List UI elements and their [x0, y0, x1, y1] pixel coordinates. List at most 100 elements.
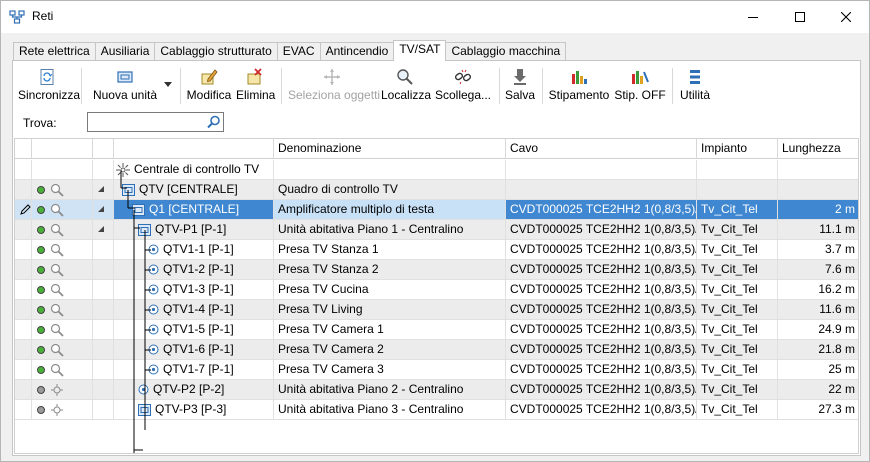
tab-evac[interactable]: EVAC	[276, 42, 321, 61]
delete-button[interactable]: Elimina	[236, 66, 275, 106]
search-icon[interactable]	[207, 115, 221, 129]
impianto-cell[interactable]: Tv_Cit_Tel	[697, 300, 778, 319]
impianto-cell[interactable]	[697, 180, 778, 199]
locate-row-icon[interactable]	[50, 363, 64, 377]
cavo-cell[interactable]: CVDT000025 TCE2HH2 1(0,8/3,5)/R - I	[506, 380, 697, 399]
impianto-cell[interactable]: Tv_Cit_Tel	[697, 340, 778, 359]
tab-tv-sat[interactable]: TV/SAT	[393, 40, 447, 61]
impianto-cell[interactable]: Tv_Cit_Tel	[697, 320, 778, 339]
sync-button[interactable]: Sincronizza	[18, 66, 80, 106]
table-row[interactable]: QTV1-6 [P-1] Presa TV Camera 2 CVDT000025 …	[15, 340, 858, 360]
select-objects-button[interactable]: Seleziona oggetti	[288, 66, 380, 106]
cavo-cell[interactable]: CVDT000025 TCE2HH2 1(0,8/3,5)/R - I	[506, 280, 697, 299]
tree-node[interactable]: QTV1-4 [P-1]	[148, 300, 234, 319]
tree-node[interactable]: QTV1-3 [P-1]	[148, 280, 234, 299]
header-cavo[interactable]: Cavo	[506, 139, 697, 159]
table-row[interactable]: Q1 [CENTRALE] Amplificatore multiplo di t…	[15, 200, 858, 220]
expand-cell[interactable]	[93, 200, 114, 219]
locate-row-icon[interactable]	[50, 203, 64, 217]
header-impianto[interactable]: Impianto	[697, 139, 778, 159]
close-button[interactable]	[823, 1, 869, 32]
locate-row-icon[interactable]	[50, 263, 64, 277]
denominazione-cell[interactable]: Presa TV Stanza 2	[274, 260, 506, 279]
tree-node[interactable]: QTV1-6 [P-1]	[148, 340, 234, 359]
new-unit-dropdown[interactable]	[162, 66, 174, 106]
denominazione-cell[interactable]: Presa TV Camera 1	[274, 320, 506, 339]
table-row[interactable]: QTV1-3 [P-1] Presa TV Cucina CVDT000025 TC…	[15, 280, 858, 300]
tab-ausiliaria[interactable]: Ausiliaria	[94, 42, 156, 61]
table-row[interactable]: QTV [CENTRALE] Quadro di controllo TV	[15, 180, 858, 200]
cavo-cell[interactable]: CVDT000025 TCE2HH2 1(0,8/3,5)/R - I	[506, 340, 697, 359]
tab-cablaggio-macchina[interactable]: Cablaggio macchina	[445, 42, 567, 61]
edit-button[interactable]: Modifica	[186, 66, 232, 106]
cavo-cell[interactable]: CVDT000025 TCE2HH2 1(0,8/3,5)/R - I	[506, 220, 697, 239]
lunghezza-cell[interactable]: 2 m	[778, 200, 858, 219]
denominazione-cell[interactable]: Presa TV Camera 2	[274, 340, 506, 359]
expand-arrow-icon[interactable]	[98, 186, 104, 192]
locate-row-icon[interactable]	[50, 323, 64, 337]
denominazione-cell[interactable]: Unità abitativa Piano 2 - Centralino	[274, 380, 506, 399]
minimize-button[interactable]	[730, 1, 776, 32]
denominazione-cell[interactable]: Unità abitativa Piano 1 - Centralino	[274, 220, 506, 239]
locate-row-icon[interactable]	[50, 183, 64, 197]
lunghezza-cell[interactable]: 27.3 m	[778, 400, 858, 419]
save-button[interactable]: Salva	[504, 66, 536, 106]
tab-cablaggio-strutturato[interactable]: Cablaggio strutturato	[154, 42, 278, 61]
tab-antincendio[interactable]: Antincendio	[319, 42, 395, 61]
tree-node[interactable]: QTV-P3 [P-3]	[138, 400, 226, 419]
table-row[interactable]: QTV-P1 [P-1] Unità abitativa Piano 1 - Ce…	[15, 220, 858, 240]
cavo-cell[interactable]: CVDT000025 TCE2HH2 1(0,8/3,5)/R - I	[506, 400, 697, 419]
tree-node[interactable]: QTV-P1 [P-1]	[138, 220, 226, 239]
locate-row-icon[interactable]	[50, 223, 64, 237]
tree-node[interactable]: QTV1-2 [P-1]	[148, 260, 234, 279]
lunghezza-cell[interactable]: 21.8 m	[778, 340, 858, 359]
locate-row-icon[interactable]	[50, 283, 64, 297]
lunghezza-cell[interactable]: 11.6 m	[778, 300, 858, 319]
locate-button[interactable]: Localizza	[381, 66, 431, 106]
denominazione-cell[interactable]: Amplificatore multiplo di testa	[274, 200, 506, 219]
impianto-cell[interactable]: Tv_Cit_Tel	[697, 200, 778, 219]
table-row[interactable]: QTV1-7 [P-1] Presa TV Camera 3 CVDT000025 …	[15, 360, 858, 380]
impianto-cell[interactable]: Tv_Cit_Tel	[697, 260, 778, 279]
cavo-cell[interactable]: CVDT000025 TCE2HH2 1(0,8/3,5)/R - I	[506, 200, 697, 219]
cavo-cell[interactable]: CVDT000025 TCE2HH2 1(0,8/3,5)/R - I	[506, 240, 697, 259]
lunghezza-cell[interactable]: 25 m	[778, 360, 858, 379]
cavo-cell[interactable]: CVDT000025 TCE2HH2 1(0,8/3,5)/R - I	[506, 300, 697, 319]
locate-row-icon[interactable]	[50, 243, 64, 257]
maximize-button[interactable]	[777, 1, 823, 32]
impianto-cell[interactable]: Tv_Cit_Tel	[697, 280, 778, 299]
header-lunghezza[interactable]: Lunghezza	[778, 139, 858, 159]
expand-arrow-icon[interactable]	[98, 206, 104, 212]
find-field[interactable]	[87, 112, 224, 132]
lunghezza-cell[interactable]: 16.2 m	[778, 280, 858, 299]
denominazione-cell[interactable]: Presa TV Cucina	[274, 280, 506, 299]
denominazione-cell[interactable]: Presa TV Camera 3	[274, 360, 506, 379]
denominazione-cell[interactable]: Unità abitativa Piano 3 - Centralino	[274, 400, 506, 419]
new-unit-button[interactable]: Nuova unità	[92, 66, 158, 106]
cavo-cell[interactable]: CVDT000025 TCE2HH2 1(0,8/3,5)/R - I	[506, 320, 697, 339]
expand-cell[interactable]	[93, 180, 114, 199]
tree-node[interactable]: Q1 [CENTRALE]	[132, 200, 239, 219]
table-row[interactable]: QTV1-5 [P-1] Presa TV Camera 1 CVDT000025 …	[15, 320, 858, 340]
disconnect-button[interactable]: Scollega...	[433, 66, 493, 106]
table-row[interactable]: QTV1-1 [P-1] Presa TV Stanza 1 CVDT000025 …	[15, 240, 858, 260]
impianto-cell[interactable]: Tv_Cit_Tel	[697, 360, 778, 379]
tree-node[interactable]: QTV1-1 [P-1]	[148, 240, 234, 259]
expand-arrow-icon[interactable]	[98, 226, 104, 232]
stip-off-button[interactable]: Stip. OFF	[613, 66, 667, 106]
tree-node[interactable]: QTV-P2 [P-2]	[138, 380, 224, 399]
lunghezza-cell[interactable]: 24.9 m	[778, 320, 858, 339]
locate-row-icon[interactable]	[50, 303, 64, 317]
impianto-cell[interactable]: Tv_Cit_Tel	[697, 220, 778, 239]
table-row[interactable]: QTV1-4 [P-1] Presa TV Living CVDT000025 TC…	[15, 300, 858, 320]
denominazione-cell[interactable]: Presa TV Stanza 1	[274, 240, 506, 259]
denominazione-cell[interactable]: Quadro di controllo TV	[274, 180, 506, 199]
lunghezza-cell[interactable]: 7.6 m	[778, 260, 858, 279]
tree-node[interactable]: QTV [CENTRALE]	[122, 180, 238, 199]
lunghezza-cell[interactable]: 22 m	[778, 380, 858, 399]
header-denominazione[interactable]: Denominazione	[274, 139, 506, 159]
locate-row-icon[interactable]	[50, 343, 64, 357]
find-input[interactable]	[90, 115, 202, 129]
table-row[interactable]: QTV1-2 [P-1] Presa TV Stanza 2 CVDT000025 …	[15, 260, 858, 280]
denominazione-cell[interactable]: Presa TV Living	[274, 300, 506, 319]
